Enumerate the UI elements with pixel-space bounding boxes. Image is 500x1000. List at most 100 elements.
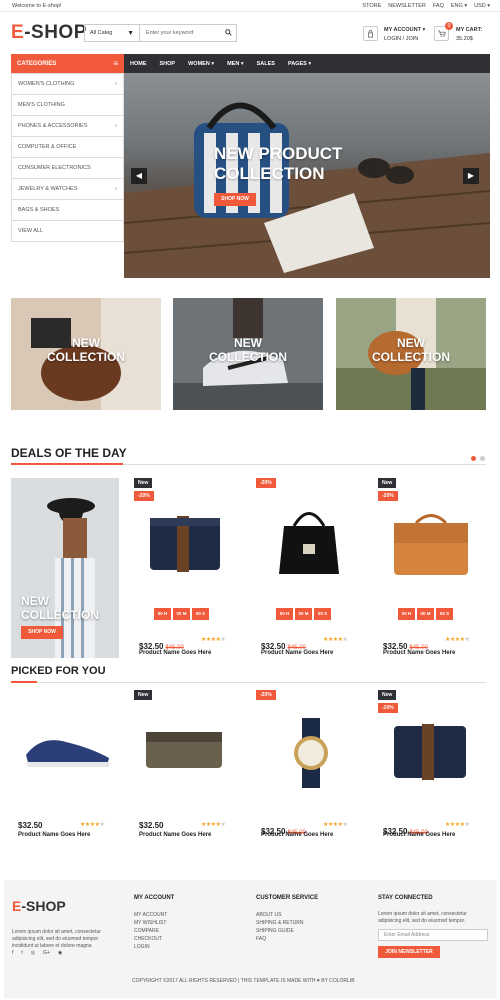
store-link[interactable]: STORE — [362, 3, 381, 9]
product-name[interactable]: Product Name Goes Here — [139, 832, 211, 838]
product-card[interactable]: New — [132, 690, 244, 810]
category-label: COMPUTER & OFFICE — [18, 144, 77, 150]
promo-title-line: COLLECTION — [21, 608, 99, 622]
faq-link[interactable]: FAQ — [433, 3, 444, 9]
rating-stars: ★★★★★ — [323, 822, 348, 828]
footer-link[interactable]: MY WISHLIST — [134, 919, 167, 927]
banner-title-line: COLLECTION — [47, 350, 125, 364]
category-item[interactable]: COMPUTER & OFFICE — [12, 136, 123, 157]
footer-link[interactable]: SHIPING GUIDE — [256, 927, 304, 935]
category-label: BAGS & SHOES — [18, 207, 60, 213]
carousel-dot[interactable] — [480, 456, 485, 461]
countdown-timer: 00 H 00 M 00 S — [398, 608, 453, 620]
nav-sales[interactable]: SALES — [257, 61, 275, 67]
product-name[interactable]: Product Name Goes Here — [18, 832, 90, 838]
product-card[interactable]: New -20% — [376, 690, 488, 810]
cart-summary[interactable]: MY CART: 35.20$ — [456, 26, 482, 44]
language-dropdown[interactable]: ENG ▾ — [451, 3, 467, 9]
timer-seconds: 00 S — [192, 608, 209, 620]
product-card[interactable] — [11, 690, 123, 810]
search-icon[interactable] — [220, 28, 236, 38]
footer-service-heading: CUSTOMER SERVICE — [256, 895, 319, 901]
newsletter-text: Lorem ipsum dolor sit amet, consectetur … — [378, 911, 467, 924]
instagram-icon[interactable]: ◎ — [31, 950, 35, 956]
currency-dropdown[interactable]: USD ▾ — [474, 3, 490, 9]
product-name[interactable]: Product Name Goes Here — [383, 832, 455, 838]
category-item[interactable]: MEN'S CLOTHING — [12, 94, 123, 115]
hero-shop-now-button[interactable]: SHOP NOW — [214, 193, 256, 206]
product-name[interactable]: Product Name Goes Here — [383, 650, 455, 656]
slider-prev-icon[interactable]: ◀ — [131, 168, 147, 184]
category-item[interactable]: PHONES & ACCESSORIES › — [12, 115, 123, 136]
discount-badge: -20% — [378, 703, 398, 713]
nav-pages[interactable]: PAGES ▾ — [288, 61, 311, 67]
footer-link[interactable]: LOGIN — [134, 943, 167, 951]
nav-women[interactable]: WOMEN ▾ — [188, 61, 214, 67]
rating-stars: ★★★★★ — [201, 822, 226, 828]
footer-link[interactable]: CHECKOUT — [134, 935, 167, 943]
hero-title-line: COLLECTION — [214, 164, 325, 183]
product-card[interactable]: New -20% 00 H 00 M 00 S — [132, 478, 244, 628]
facebook-icon[interactable]: f — [12, 950, 13, 956]
product-image — [294, 718, 328, 788]
login-join-link[interactable]: LOGIN / JOIN — [384, 35, 425, 44]
newsletter-link[interactable]: NEWSLETTER — [388, 3, 426, 9]
collection-banner[interactable]: NEW COLLECTION — [11, 298, 161, 410]
product-card[interactable]: -20% — [254, 690, 366, 810]
timer-seconds: 00 S — [436, 608, 453, 620]
rating-stars: ★★★★★ — [201, 637, 226, 643]
twitter-icon[interactable]: t — [21, 950, 22, 956]
category-item[interactable]: VIEW ALL — [12, 220, 123, 241]
promo-shop-now-button[interactable]: SHOP NOW — [21, 626, 63, 639]
deals-promo-banner[interactable]: NEW COLLECTION SHOP NOW — [11, 478, 119, 658]
discount-badge: -20% — [378, 491, 398, 501]
banner-title-line: NEW — [397, 336, 425, 350]
join-newsletter-button[interactable]: JOIN NEWSLETTER — [378, 946, 440, 958]
carousel-dot-active[interactable] — [471, 456, 476, 461]
footer-link[interactable]: COMPARE — [134, 927, 167, 935]
product-card[interactable]: New -20% 00 H 00 M 00 S — [376, 478, 488, 628]
newsletter-email-input[interactable]: Enter Email Address — [378, 929, 488, 941]
category-item[interactable]: JEWELRY & WATCHES › — [12, 178, 123, 199]
user-icon[interactable] — [363, 26, 378, 41]
category-item[interactable]: WOMEN'S CLOTHING › — [12, 73, 123, 94]
footer-link[interactable]: SHIPING & RETURN — [256, 919, 304, 927]
category-label: JEWELRY & WATCHES — [18, 186, 78, 192]
product-name[interactable]: Product Name Goes Here — [261, 650, 333, 656]
google-plus-icon[interactable]: G+ — [43, 950, 50, 956]
footer-link[interactable]: MY ACCOUNT — [134, 911, 167, 919]
nav-shop[interactable]: SHOP — [160, 61, 176, 67]
account-menu[interactable]: MY ACCOUNT ▾ LOGIN / JOIN — [384, 26, 425, 44]
product-price: $32.50 — [18, 821, 43, 830]
search-category-select[interactable]: All Categ ▼ — [85, 25, 140, 41]
slider-next-icon[interactable]: ▶ — [463, 168, 479, 184]
category-item[interactable]: CONSUMER ELECTRONICS — [12, 157, 123, 178]
logo[interactable]: E-SHOP — [11, 22, 87, 44]
nav-men[interactable]: MEN ▾ — [227, 61, 244, 67]
new-badge: New — [134, 478, 153, 488]
footer-link[interactable]: FAQ — [256, 935, 304, 943]
search-input[interactable]: Enter your keyword — [140, 30, 220, 36]
product-name[interactable]: Product Name Goes Here — [139, 650, 211, 656]
collection-banner[interactable]: NEW COLLECTION — [173, 298, 323, 410]
nav-home[interactable]: HOME — [130, 61, 147, 67]
category-label: MEN'S CLOTHING — [18, 102, 65, 108]
new-badge: New — [378, 690, 397, 700]
product-card[interactable]: -20% 00 H 00 M 00 S — [254, 478, 366, 628]
footer-logo[interactable]: E-SHOP — [12, 898, 66, 914]
copyright-text: COPYRIGHT ©2017 ALL RIGHTS RESERVED | TH… — [132, 978, 355, 984]
category-label: PHONES & ACCESSORIES — [18, 123, 88, 129]
product-name[interactable]: Product Name Goes Here — [261, 832, 333, 838]
banner-title-line: NEW — [234, 336, 262, 350]
product-image — [26, 740, 109, 767]
collection-banner[interactable]: NEW COLLECTION — [336, 298, 486, 410]
category-item[interactable]: BAGS & SHOES — [12, 199, 123, 220]
pinterest-icon[interactable]: ◉ — [58, 950, 62, 956]
rating-stars: ★★★★★ — [80, 822, 105, 828]
picked-title: PICKED FOR YOU — [11, 665, 106, 677]
categories-toggle[interactable]: CATEGORIES ≡ — [11, 54, 124, 73]
main-nav: HOME SHOP WOMEN ▾ MEN ▾ SALES PAGES ▾ — [124, 54, 490, 73]
footer-link[interactable]: ABOUT US — [256, 911, 304, 919]
discount-badge: -20% — [134, 491, 154, 501]
hero-title: NEW PRODUCT COLLECTION — [214, 144, 342, 184]
